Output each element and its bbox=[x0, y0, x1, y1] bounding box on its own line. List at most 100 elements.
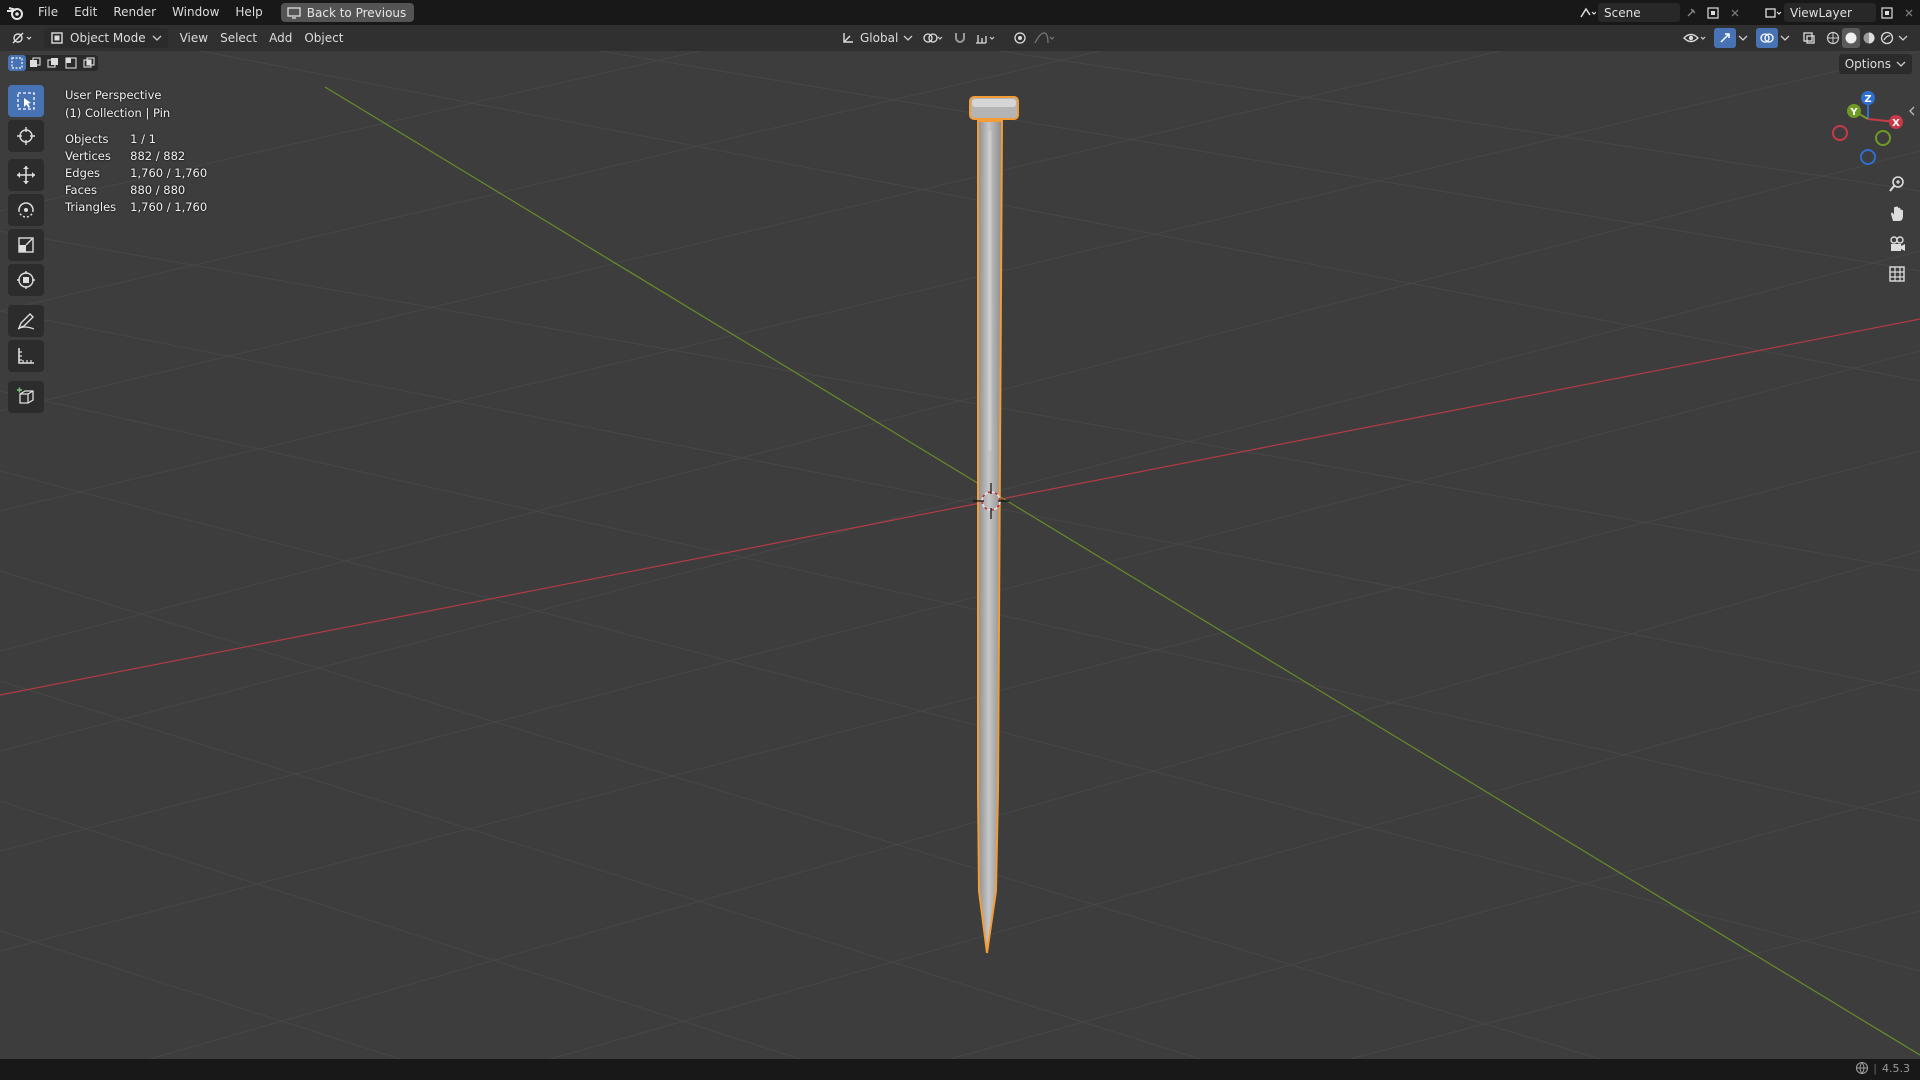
orthographic-grid-icon[interactable] bbox=[1883, 260, 1911, 288]
snap-target-icon[interactable] bbox=[971, 28, 1001, 48]
viewport-scene: Z Y X bbox=[0, 51, 1920, 1059]
annotate-tool[interactable] bbox=[8, 305, 44, 337]
transform-tool[interactable] bbox=[8, 264, 44, 296]
rotate-tool[interactable] bbox=[8, 194, 44, 226]
blender-logo-icon[interactable] bbox=[0, 0, 30, 25]
3d-viewport[interactable]: Z Y X bbox=[0, 51, 1920, 1059]
falloff-curve-icon[interactable] bbox=[1031, 28, 1061, 48]
snap-magnet-icon[interactable] bbox=[949, 28, 971, 48]
select-extend-icon[interactable] bbox=[26, 55, 44, 71]
scene-selector-icon[interactable] bbox=[1576, 3, 1598, 23]
new-view-layer-icon[interactable] bbox=[1876, 3, 1898, 23]
new-scene-icon[interactable] bbox=[1702, 3, 1724, 23]
screen-icon bbox=[287, 6, 301, 19]
camera-view-icon[interactable] bbox=[1883, 230, 1911, 258]
overlays-dropdown-icon[interactable] bbox=[1778, 28, 1792, 48]
navigation-gizmo[interactable]: Z Y X bbox=[1832, 91, 1903, 165]
object-mode-dropdown[interactable]: Object Mode bbox=[44, 28, 168, 48]
gizmo-z-label: Z bbox=[1864, 94, 1871, 105]
delete-view-layer-icon[interactable] bbox=[1898, 3, 1920, 23]
shading-dropdown-icon[interactable] bbox=[1896, 28, 1910, 48]
menu-add[interactable]: Add bbox=[263, 28, 298, 48]
sidebar-toggle-icon[interactable] bbox=[1909, 106, 1915, 116]
select-subtract-icon[interactable] bbox=[44, 55, 62, 71]
proportional-editing-icon[interactable] bbox=[1009, 28, 1031, 48]
transform-icon bbox=[17, 271, 35, 289]
viewport-navigation-buttons bbox=[1883, 170, 1911, 290]
network-globe-icon bbox=[1856, 1061, 1869, 1075]
move-tool[interactable] bbox=[8, 159, 44, 191]
shading-wireframe-icon[interactable] bbox=[1824, 28, 1842, 48]
annotate-pencil-icon bbox=[17, 313, 35, 330]
stat-value: 1,760 / 1,760 bbox=[130, 166, 208, 180]
tool-shelf bbox=[8, 85, 46, 416]
stat-value: 1 / 1 bbox=[130, 132, 156, 146]
pin-icon[interactable] bbox=[1680, 3, 1702, 23]
menu-object[interactable]: Object bbox=[298, 28, 349, 48]
back-button-label: Back to Previous bbox=[306, 5, 407, 20]
editor-type-icon[interactable] bbox=[8, 28, 38, 48]
orientation-dropdown[interactable]: Global bbox=[835, 28, 919, 48]
pan-hand-icon[interactable] bbox=[1883, 200, 1911, 228]
add-cube-tool[interactable] bbox=[8, 381, 44, 413]
scene-name: Scene bbox=[1604, 5, 1641, 20]
rotate-icon bbox=[18, 202, 34, 218]
stat-label: Objects bbox=[65, 132, 109, 146]
xray-toggle-icon[interactable] bbox=[1798, 28, 1820, 48]
shading-solid-icon[interactable] bbox=[1842, 28, 1860, 48]
stat-value: 882 / 882 bbox=[130, 149, 186, 163]
select-intersect-icon[interactable] bbox=[80, 55, 98, 71]
scene-name-field[interactable]: Scene bbox=[1598, 3, 1680, 22]
select-new-icon[interactable] bbox=[8, 55, 26, 71]
stat-row: Triangles 1,760 / 1,760 bbox=[65, 199, 221, 216]
measure-tool[interactable] bbox=[8, 340, 44, 372]
y-axis-line bbox=[324, 86, 1920, 1056]
delete-scene-icon[interactable] bbox=[1724, 3, 1746, 23]
select-invert-icon[interactable] bbox=[62, 55, 80, 71]
stat-row: Faces 880 / 880 bbox=[65, 182, 221, 199]
pivot-point-icon[interactable] bbox=[919, 28, 949, 48]
collection-label: (1) Collection | Pin bbox=[65, 106, 171, 120]
perspective-label: User Perspective bbox=[65, 88, 162, 102]
menu-view[interactable]: View bbox=[174, 28, 214, 48]
stat-row: Vertices 882 / 882 bbox=[65, 148, 221, 165]
version-label: 4.5.3 bbox=[1882, 1061, 1910, 1075]
stat-row: Edges 1,760 / 1,760 bbox=[65, 165, 221, 182]
menu-file[interactable]: File bbox=[30, 0, 66, 25]
scale-icon bbox=[18, 237, 34, 253]
menu-window[interactable]: Window bbox=[164, 0, 227, 25]
menu-help[interactable]: Help bbox=[227, 0, 270, 25]
zoom-icon[interactable] bbox=[1883, 170, 1911, 198]
back-to-previous-button[interactable]: Back to Previous bbox=[280, 3, 415, 22]
floor-grid bbox=[0, 51, 1920, 1059]
stat-label: Vertices bbox=[65, 149, 111, 163]
select-box-tool[interactable] bbox=[8, 85, 44, 117]
stat-label: Triangles bbox=[65, 200, 117, 214]
status-separator: | bbox=[1873, 1061, 1877, 1075]
menu-edit[interactable]: Edit bbox=[66, 0, 105, 25]
stat-row: Objects 1 / 1 bbox=[65, 131, 221, 148]
scene-area: Scene ViewLayer bbox=[1576, 0, 1920, 25]
cursor-icon bbox=[17, 127, 35, 145]
object-mode-icon bbox=[51, 32, 63, 44]
visibility-eye-icon[interactable] bbox=[1680, 28, 1710, 48]
gizmo-dropdown-icon[interactable] bbox=[1736, 28, 1750, 48]
gizmo-toggle-icon[interactable] bbox=[1714, 28, 1736, 48]
version-info: | 4.5.3 bbox=[1855, 1061, 1910, 1075]
options-dropdown[interactable]: Options bbox=[1838, 54, 1912, 74]
select-box-icon bbox=[17, 92, 35, 110]
cursor-tool[interactable] bbox=[8, 120, 44, 152]
stat-label: Faces bbox=[65, 183, 97, 197]
view-layer-selector-icon[interactable] bbox=[1762, 3, 1784, 23]
menu-select[interactable]: Select bbox=[214, 28, 263, 48]
menu-render[interactable]: Render bbox=[105, 0, 164, 25]
overlays-toggle-icon[interactable] bbox=[1756, 28, 1778, 48]
shading-rendered-icon[interactable] bbox=[1878, 28, 1896, 48]
shading-material-icon[interactable] bbox=[1860, 28, 1878, 48]
pin-object[interactable] bbox=[969, 96, 1019, 954]
add-cube-icon bbox=[17, 387, 34, 404]
orientation-label: Global bbox=[860, 31, 899, 45]
scale-tool[interactable] bbox=[8, 229, 44, 261]
view-layer-field[interactable]: ViewLayer bbox=[1784, 3, 1876, 22]
gizmo-y-label: Y bbox=[1849, 107, 1858, 118]
